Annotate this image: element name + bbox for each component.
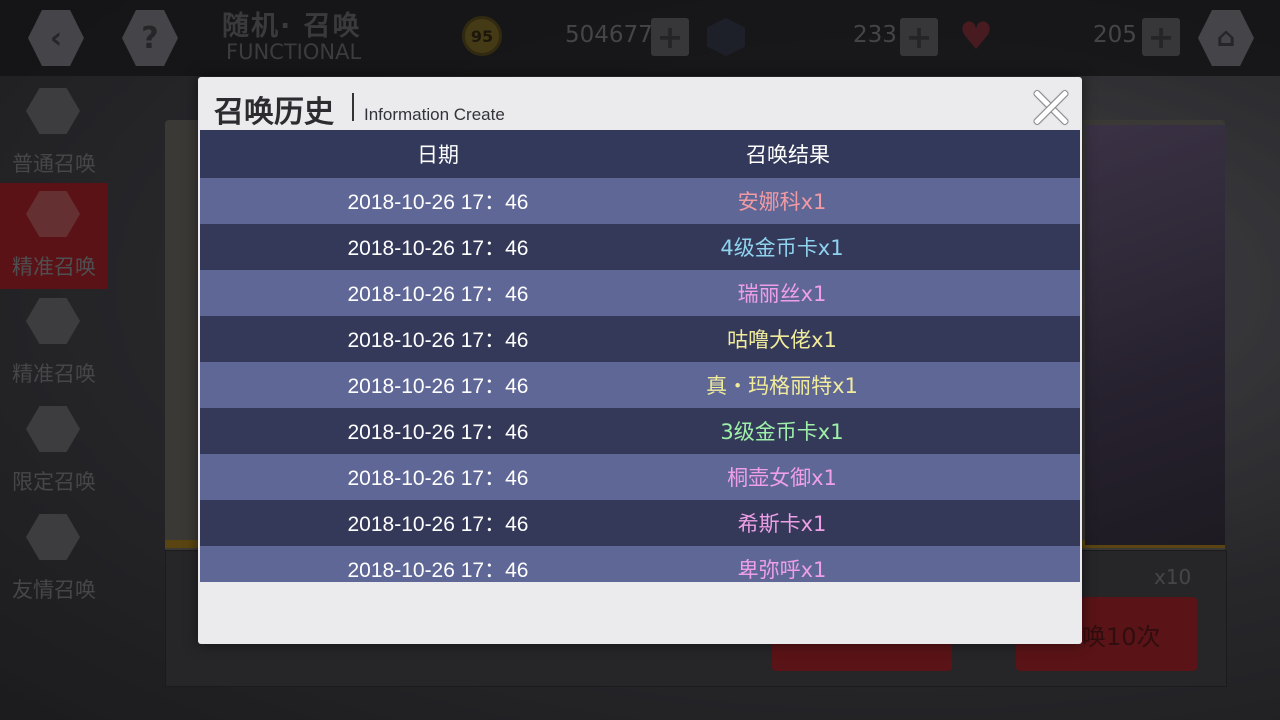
history-table[interactable]: 日期 召唤结果 2018-10-26 17：46 安娜科x1 2018-10-26 … [200,130,1080,582]
result-cell: 真・玛格丽特x1 [706,374,858,398]
table-header: 日期 召唤结果 [200,130,1080,178]
table-row: 2018-10-26 17：46 瑞丽丝x1 [200,270,1080,316]
result-cell: 安娜科x1 [737,190,827,214]
result-cell: 4级金币卡x1 [720,236,844,260]
table-row: 2018-10-26 17：46 桐壶女御x1 [200,454,1080,500]
title-divider [352,93,354,121]
summon-history-dialog: 召唤历史 Information Create 日期 召唤结果 2018-10-… [198,77,1082,644]
table-row: 2018-10-26 17：46 3级金币卡x1 [200,408,1080,454]
dialog-subtitle: Information Create [364,105,505,124]
table-body: 2018-10-26 17：46 安娜科x1 2018-10-26 17：46 4级金… [200,178,1080,582]
result-cell: 卑弥呼x1 [737,558,827,582]
result-cell: 桐壶女御x1 [727,466,837,490]
result-cell: 咕噜大佬x1 [727,328,837,352]
table-row: 2018-10-26 17：46 希斯卡x1 [200,500,1080,546]
table-row: 2018-10-26 17：46 真・玛格丽特x1 [200,362,1080,408]
result-cell: 瑞丽丝x1 [737,282,827,306]
result-column-header: 召唤结果 [746,143,830,167]
table-row: 2018-10-26 17：46 卑弥呼x1 [200,546,1080,582]
dialog-title: 召唤历史 [214,95,334,130]
result-cell: 希斯卡x1 [737,512,827,536]
table-row: 2018-10-26 17：46 4级金币卡x1 [200,224,1080,270]
table-row: 2018-10-26 17：46 安娜科x1 [200,178,1080,224]
table-row: 2018-10-26 17：46 咕噜大佬x1 [200,316,1080,362]
close-button[interactable] [1032,89,1070,127]
date-column-header: 日期 [417,143,459,167]
result-cell: 3级金币卡x1 [720,420,844,444]
